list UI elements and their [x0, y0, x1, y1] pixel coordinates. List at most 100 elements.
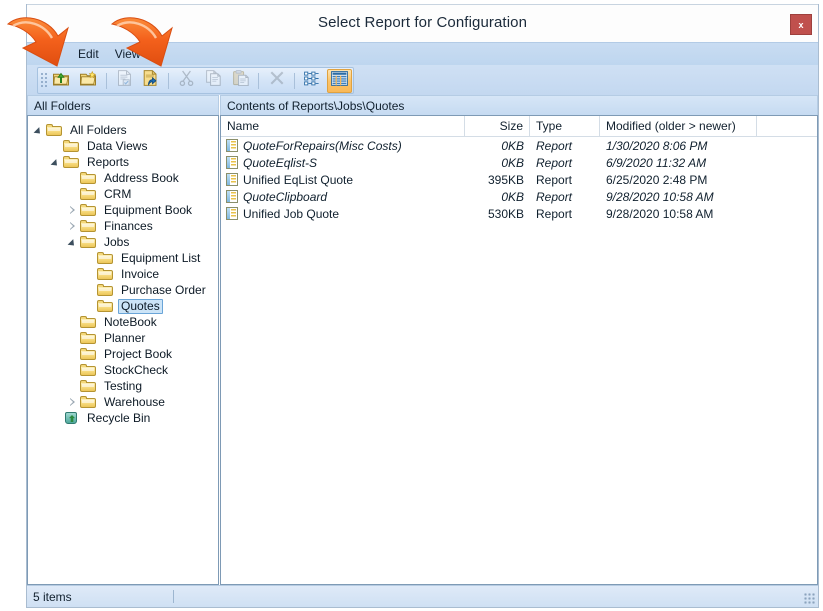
tree-node[interactable]: Finances [28, 218, 218, 234]
tree-node-label: Purchase Order [118, 283, 209, 298]
file-type-cell: Report [530, 137, 600, 154]
expander-expanded-icon[interactable] [34, 125, 45, 136]
cross-delete-icon [269, 70, 285, 91]
expander-placeholder [68, 381, 79, 392]
report-file-icon [226, 207, 238, 220]
tree-node-label: Address Book [101, 171, 182, 186]
tree-node[interactable]: Project Book [28, 346, 218, 362]
report-file-icon [226, 173, 238, 186]
file-modified-cell: 1/30/2020 8:06 PM [600, 137, 757, 154]
folder-icon [80, 364, 97, 377]
tree-node[interactable]: Invoice [28, 266, 218, 282]
expander-collapsed-icon[interactable] [68, 205, 79, 216]
tree-node[interactable]: Address Book [28, 170, 218, 186]
tree-node[interactable]: Purchase Order [28, 282, 218, 298]
tree-node[interactable]: Warehouse [28, 394, 218, 410]
expander-expanded-icon[interactable] [68, 237, 79, 248]
folder-tree-pane[interactable]: All FoldersData ViewsReportsAddress Book… [27, 115, 219, 585]
column-header-name[interactable]: Name [221, 116, 465, 136]
resize-grip-icon[interactable] [804, 593, 815, 604]
file-type-cell: Report [530, 188, 600, 205]
tree-node[interactable]: All Folders [28, 122, 218, 138]
file-list-row[interactable]: QuoteEqlist-S0KBReport6/9/2020 11:32 AM [221, 154, 817, 171]
folder-icon [80, 348, 97, 361]
tree-node[interactable]: Planner [28, 330, 218, 346]
folder-icon [80, 204, 97, 217]
tree-node[interactable]: CRM [28, 186, 218, 202]
file-name-text: Unified EqList Quote [243, 173, 353, 187]
tree-node-label: Invoice [118, 267, 162, 282]
delete-button [264, 69, 289, 93]
menu-item-view[interactable]: View [108, 45, 148, 63]
tree-node[interactable]: Recycle Bin [28, 410, 218, 426]
report-file-icon [226, 190, 238, 203]
tree-node[interactable]: Data Views [28, 138, 218, 154]
expander-placeholder [51, 141, 62, 152]
tree-node[interactable]: Reports [28, 154, 218, 170]
details-view-icon [331, 71, 348, 91]
expander-placeholder [51, 413, 62, 424]
file-list-row[interactable]: QuoteForRepairs(Misc Costs)0KBReport1/30… [221, 137, 817, 154]
expander-placeholder [68, 317, 79, 328]
folder-icon [80, 316, 97, 329]
file-list-row[interactable]: Unified Job Quote530KBReport9/28/2020 10… [221, 205, 817, 222]
pane-headers: All Folders Contents of Reports\Jobs\Quo… [27, 95, 818, 117]
expander-collapsed-icon[interactable] [68, 397, 79, 408]
file-size-cell: 395KB [465, 171, 530, 188]
tree-node[interactable]: Testing [28, 378, 218, 394]
all-folders-header: All Folders [27, 95, 219, 117]
menu-item-edit[interactable]: Edit [71, 45, 106, 63]
column-header-type[interactable]: Type [530, 116, 600, 136]
tree-node[interactable]: Equipment List [28, 250, 218, 266]
column-header-extra[interactable] [757, 116, 817, 136]
tree-node[interactable]: Equipment Book [28, 202, 218, 218]
folder-icon [80, 236, 97, 249]
up-one-level-button[interactable] [49, 69, 74, 93]
file-modified-cell: 6/9/2020 11:32 AM [600, 154, 757, 171]
tree-node-label: Jobs [101, 235, 132, 250]
file-name-text: Unified Job Quote [243, 207, 339, 221]
expander-placeholder [68, 189, 79, 200]
paste-icon [233, 70, 249, 91]
tree-node-label: Testing [101, 379, 145, 394]
details-view-button[interactable] [327, 69, 352, 93]
toolbar-grip-icon[interactable] [40, 72, 47, 89]
column-header-size[interactable]: Size [465, 116, 530, 136]
main-split: All FoldersData ViewsReportsAddress Book… [27, 115, 818, 585]
file-list-pane[interactable]: Name Size Type Modified (older > newer) … [220, 115, 818, 585]
expander-collapsed-icon[interactable] [68, 221, 79, 232]
toolbar-separator [258, 73, 259, 89]
expander-placeholder [85, 285, 96, 296]
window-title: Select Report for Configuration [27, 14, 818, 31]
tree-node[interactable]: Quotes [28, 298, 218, 314]
expander-placeholder [68, 333, 79, 344]
document-properties-icon [117, 70, 132, 91]
file-list-column-headers: Name Size Type Modified (older > newer) [221, 116, 817, 137]
file-modified-cell: 9/28/2020 10:58 AM [600, 188, 757, 205]
tree-node-label: Recycle Bin [84, 411, 153, 426]
expander-placeholder [85, 301, 96, 312]
file-name-cell: QuoteClipboard [221, 188, 465, 205]
tree-node[interactable]: StockCheck [28, 362, 218, 378]
folder-icon [80, 380, 97, 393]
tree-node-label: Quotes [118, 299, 163, 314]
new-folder-button[interactable] [76, 69, 101, 93]
toolbar-separator [294, 73, 295, 89]
folder-icon [80, 332, 97, 345]
folder-icon [80, 396, 97, 409]
column-header-modified[interactable]: Modified (older > newer) [600, 116, 757, 136]
file-list-rows: QuoteForRepairs(Misc Costs)0KBReport1/30… [221, 137, 817, 222]
save-report-button[interactable] [139, 69, 164, 93]
expander-expanded-icon[interactable] [51, 157, 62, 168]
tree-node[interactable]: NoteBook [28, 314, 218, 330]
contents-path-header: Contents of Reports\Jobs\Quotes [220, 95, 818, 117]
tree-node[interactable]: Jobs [28, 234, 218, 250]
file-name-cell: QuoteForRepairs(Misc Costs) [221, 137, 465, 154]
file-list-row[interactable]: Unified EqList Quote395KBReport6/25/2020… [221, 171, 817, 188]
file-size-cell: 0KB [465, 154, 530, 171]
file-list-row[interactable]: QuoteClipboard0KBReport9/28/2020 10:58 A… [221, 188, 817, 205]
close-button[interactable]: x [790, 14, 812, 35]
file-type-cell: Report [530, 154, 600, 171]
list-view-button[interactable] [300, 69, 325, 93]
list-view-icon [304, 71, 321, 91]
